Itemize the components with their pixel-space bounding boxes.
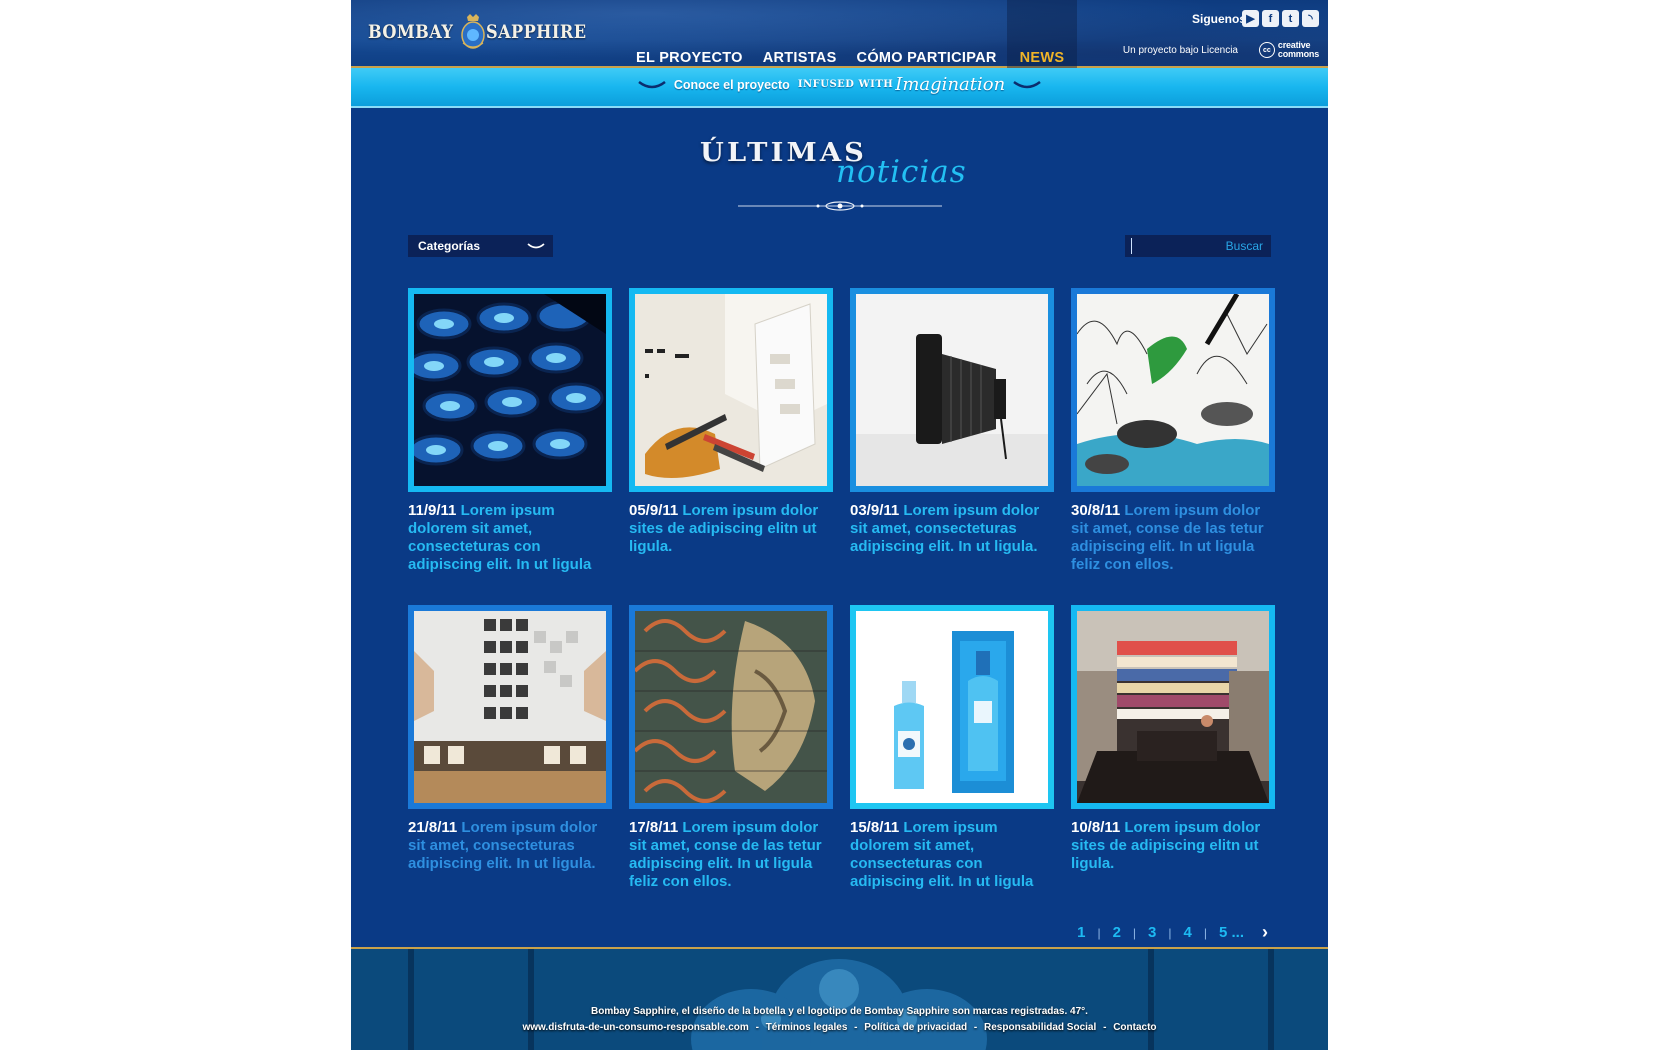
twitter-icon[interactable]: t — [1282, 10, 1299, 27]
page-4[interactable]: 4 — [1184, 924, 1192, 941]
news-image — [635, 294, 827, 486]
pagination: 1 | 2 | 3 | 4 | 5 ... › — [1077, 922, 1268, 943]
creative-commons-logo[interactable]: cc creative commons — [1258, 41, 1319, 59]
search-box: Buscar — [1125, 235, 1271, 257]
news-thumbnail[interactable] — [850, 605, 1054, 809]
footer-link-separator: - — [973, 1022, 978, 1033]
categories-dropdown[interactable]: Categorías — [408, 235, 553, 257]
social-links: ▶ f t ◝ — [1242, 10, 1319, 27]
page-5[interactable]: 5 ... — [1219, 924, 1244, 941]
search-input[interactable] — [1131, 238, 1220, 254]
rss-icon[interactable]: ◝ — [1302, 10, 1319, 27]
follow-label: Siguenos — [1191, 12, 1246, 26]
news-date: 30/8/11 — [1071, 502, 1121, 519]
facebook-icon[interactable]: f — [1262, 10, 1279, 27]
site-wrapper: BOMBAY SAPPHIRE EL PROYECTO ARTISTAS CÓM… — [351, 0, 1328, 1050]
footer-link-responsabilidad[interactable]: Responsabilidad Social — [984, 1022, 1096, 1033]
footer-links: www.disfruta-de-un-consumo-responsable.c… — [351, 1022, 1328, 1033]
cc-label: creative commons — [1278, 41, 1319, 59]
footer-link-contacto[interactable]: Contacto — [1113, 1022, 1156, 1033]
news-image — [1077, 294, 1269, 486]
footer: Bombay Sapphire, el diseño de la botella… — [351, 947, 1328, 1050]
cc-icon: cc — [1258, 42, 1275, 58]
categories-label: Categorías — [418, 239, 481, 253]
chevron-down-icon — [1013, 80, 1041, 88]
news-thumbnail[interactable] — [850, 288, 1054, 492]
news-thumbnail[interactable] — [1071, 605, 1275, 809]
banner-content: Conoce el proyecto INFUSED WITH Imaginat… — [351, 74, 1328, 95]
page-2[interactable]: 2 — [1113, 924, 1121, 941]
footer-decoration — [351, 949, 1328, 1050]
nav-el-proyecto[interactable]: EL PROYECTO — [626, 0, 753, 71]
logo-text-right: SAPPHIRE — [486, 21, 587, 43]
news-thumbnail[interactable] — [629, 288, 833, 492]
banner-prefix: Conoce el proyecto — [673, 77, 790, 92]
news-date: 03/9/11 — [850, 502, 900, 519]
footer-link-separator: - — [755, 1022, 759, 1033]
news-thumbnail[interactable] — [1071, 288, 1275, 492]
nav-news[interactable]: NEWS — [1006, 0, 1078, 71]
page-3[interactable]: 3 — [1148, 924, 1156, 941]
cc-text-commons: commons — [1277, 49, 1319, 59]
footer-link-separator: - — [1103, 1022, 1107, 1033]
nav-artistas[interactable]: ARTISTAS — [753, 0, 847, 71]
news-date: 10/8/11 — [1071, 819, 1121, 836]
news-caption: 03/9/11 Lorem ipsum dolor sit amet, cons… — [850, 502, 1058, 556]
crest-icon — [461, 14, 486, 49]
promo-banner[interactable]: Conoce el proyecto INFUSED WITH Imaginat… — [351, 68, 1328, 108]
bombay-sapphire-logo[interactable]: BOMBAY SAPPHIRE — [368, 14, 605, 50]
news-date: 21/8/11 — [408, 819, 458, 836]
news-date: 17/8/11 — [629, 819, 679, 836]
title-noticias: noticias — [836, 154, 967, 190]
news-caption: 11/9/11 Lorem ipsum dolorem sit amet, co… — [408, 502, 616, 574]
page-1[interactable]: 1 — [1077, 924, 1085, 941]
news-image — [856, 611, 1048, 803]
news-caption: 17/8/11 Lorem ipsum dolor sit amet, cons… — [629, 819, 837, 891]
license-text: Un proyecto bajo Licencia — [1122, 45, 1238, 56]
news-date: 05/9/11 — [629, 502, 679, 519]
news-caption: 30/8/11 Lorem ipsum dolor sit amet, cons… — [1071, 502, 1279, 574]
footer-link-consumo[interactable]: www.disfruta-de-un-consumo-responsable.c… — [522, 1022, 748, 1033]
news-caption: 21/8/11 Lorem ipsum dolor sit amet, cons… — [408, 819, 616, 873]
main-nav: EL PROYECTO ARTISTAS CÓMO PARTICIPAR NEW… — [626, 0, 1078, 71]
ornament-divider — [738, 201, 942, 211]
news-date: 11/9/11 — [408, 502, 457, 519]
footer-link-privacidad[interactable]: Política de privacidad — [864, 1022, 967, 1033]
news-caption: 05/9/11 Lorem ipsum dolor sites de adipi… — [629, 502, 837, 556]
news-thumbnail[interactable] — [408, 605, 612, 809]
news-caption: 10/8/11 Lorem ipsum dolor sites de adipi… — [1071, 819, 1279, 873]
banner-imagination: Imagination — [895, 74, 1006, 95]
news-caption: 15/8/11 Lorem ipsum dolorem sit amet, co… — [850, 819, 1058, 891]
page-separator: | — [1097, 925, 1101, 940]
logo-text-left: BOMBAY — [368, 21, 454, 43]
news-image — [414, 294, 606, 486]
chevron-down-icon — [527, 243, 545, 249]
search-button[interactable]: Buscar — [1226, 239, 1263, 253]
news-image — [1077, 611, 1269, 803]
page-separator: | — [1168, 925, 1172, 940]
banner-infused: INFUSED WITH — [797, 79, 894, 90]
footer-legal: Bombay Sapphire, el diseño de la botella… — [591, 1006, 1088, 1017]
news-date: 15/8/11 — [850, 819, 900, 836]
news-image — [856, 294, 1048, 486]
news-image — [414, 611, 606, 803]
page-separator: | — [1203, 925, 1207, 940]
page-separator: | — [1132, 925, 1137, 940]
youtube-icon[interactable]: ▶ — [1242, 10, 1259, 27]
next-page-icon[interactable]: › — [1262, 922, 1268, 943]
nav-como-participar[interactable]: CÓMO PARTICIPAR — [847, 0, 1007, 71]
footer-link-separator: - — [854, 1022, 858, 1033]
header: BOMBAY SAPPHIRE EL PROYECTO ARTISTAS CÓM… — [351, 0, 1328, 71]
news-thumbnail[interactable] — [408, 288, 612, 492]
chevron-down-icon — [638, 80, 666, 88]
news-thumbnail[interactable] — [629, 605, 833, 809]
news-image — [635, 611, 827, 803]
footer-link-terminos[interactable]: Términos legales — [766, 1022, 848, 1033]
